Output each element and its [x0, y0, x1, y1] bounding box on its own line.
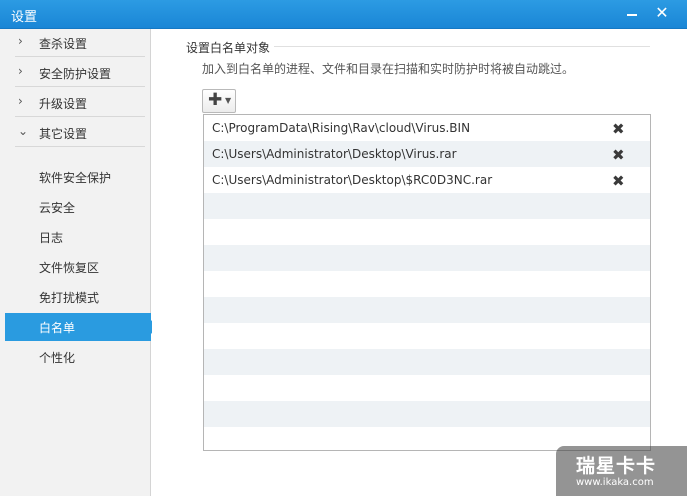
- chevron-right-icon: ›: [18, 34, 23, 48]
- divider: [15, 146, 145, 147]
- chevron-right-icon: ›: [18, 94, 23, 108]
- window-title: 设置: [11, 10, 38, 25]
- sidebar-item-label: 日志: [39, 231, 64, 245]
- whitelist-path: C:\Users\Administrator\Desktop\$RC0D3NC.…: [212, 173, 493, 187]
- main-panel: 设置白名单对象 加入到白名单的进程、文件和目录在扫描和实时防护时将被自动跳过。 …: [152, 29, 687, 496]
- list-item[interactable]: C:\Users\Administrator\Desktop\$RC0D3NC.…: [204, 167, 650, 193]
- close-button[interactable]: ✕: [651, 3, 673, 23]
- sidebar-item-label: 白名单: [39, 321, 76, 335]
- chevron-right-icon: ›: [18, 64, 23, 78]
- sidebar-category-protection[interactable]: › 安全防护设置: [5, 59, 145, 87]
- sidebar: › 查杀设置 › 安全防护设置 › 升级设置 ⌄ 其它设置 软件安全保护 云安全…: [0, 29, 151, 496]
- empty-row: [204, 323, 650, 349]
- minimize-button[interactable]: [621, 3, 643, 23]
- whitelist-list[interactable]: C:\ProgramData\Rising\Rav\cloud\Virus.BI…: [203, 114, 651, 451]
- sidebar-item-file-recovery[interactable]: 文件恢复区: [5, 253, 151, 281]
- delete-icon[interactable]: ✖: [612, 120, 625, 138]
- delete-icon[interactable]: ✖: [612, 172, 625, 190]
- sidebar-item-label: 云安全: [39, 201, 76, 215]
- list-item[interactable]: C:\Users\Administrator\Desktop\Virus.rar…: [204, 141, 650, 167]
- empty-row: [204, 219, 650, 245]
- section-title: 设置白名单对象: [186, 41, 271, 55]
- empty-row: [204, 297, 650, 323]
- sidebar-item-log[interactable]: 日志: [5, 223, 151, 251]
- chevron-down-icon: ⌄: [18, 124, 29, 138]
- whitelist-path: C:\Users\Administrator\Desktop\Virus.rar: [212, 147, 457, 161]
- sidebar-category-label: 其它设置: [39, 127, 88, 141]
- sidebar-item-label: 免打扰模式: [39, 291, 100, 305]
- title-bar: 设置 ✕: [0, 0, 687, 29]
- sidebar-category-label: 查杀设置: [39, 37, 88, 51]
- sidebar-category-scan[interactable]: › 查杀设置: [5, 29, 145, 57]
- section-description: 加入到白名单的进程、文件和目录在扫描和实时防护时将被自动跳过。: [202, 62, 575, 76]
- sidebar-category-update[interactable]: › 升级设置: [5, 89, 145, 117]
- delete-icon[interactable]: ✖: [612, 146, 625, 164]
- empty-row: [204, 349, 650, 375]
- watermark-brand: 瑞星卡卡: [576, 455, 657, 477]
- list-item[interactable]: C:\ProgramData\Rising\Rav\cloud\Virus.BI…: [204, 115, 650, 141]
- sidebar-item-do-not-disturb[interactable]: 免打扰模式: [5, 283, 151, 311]
- sidebar-item-label: 个性化: [39, 351, 76, 365]
- dropdown-arrow-icon: ▼: [225, 96, 232, 105]
- whitelist-path: C:\ProgramData\Rising\Rav\cloud\Virus.BI…: [212, 121, 471, 135]
- sidebar-item-whitelist[interactable]: 白名单: [5, 313, 151, 341]
- watermark-url: www.ikaka.com: [576, 477, 654, 488]
- empty-row: [204, 245, 650, 271]
- sidebar-item-personalization[interactable]: 个性化: [5, 343, 151, 371]
- sidebar-category-label: 升级设置: [39, 97, 88, 111]
- empty-row: [204, 271, 650, 297]
- plus-icon: ✚: [208, 90, 223, 110]
- sidebar-category-other[interactable]: ⌄ 其它设置: [5, 119, 145, 147]
- empty-row: [204, 375, 650, 401]
- divider: [15, 86, 145, 87]
- empty-row: [204, 401, 650, 427]
- sidebar-item-cloud-security[interactable]: 云安全: [5, 193, 151, 221]
- divider: [274, 46, 650, 47]
- sidebar-category-label: 安全防护设置: [39, 67, 112, 81]
- sidebar-item-label: 软件安全保护: [39, 171, 112, 185]
- empty-row: [204, 193, 650, 219]
- watermark: 瑞星卡卡 www.ikaka.com: [556, 446, 687, 496]
- sidebar-item-label: 文件恢复区: [39, 261, 100, 275]
- add-button[interactable]: ✚ ▼: [202, 89, 236, 113]
- divider: [15, 56, 145, 57]
- divider: [15, 116, 145, 117]
- sidebar-item-software-protection[interactable]: 软件安全保护: [5, 163, 151, 191]
